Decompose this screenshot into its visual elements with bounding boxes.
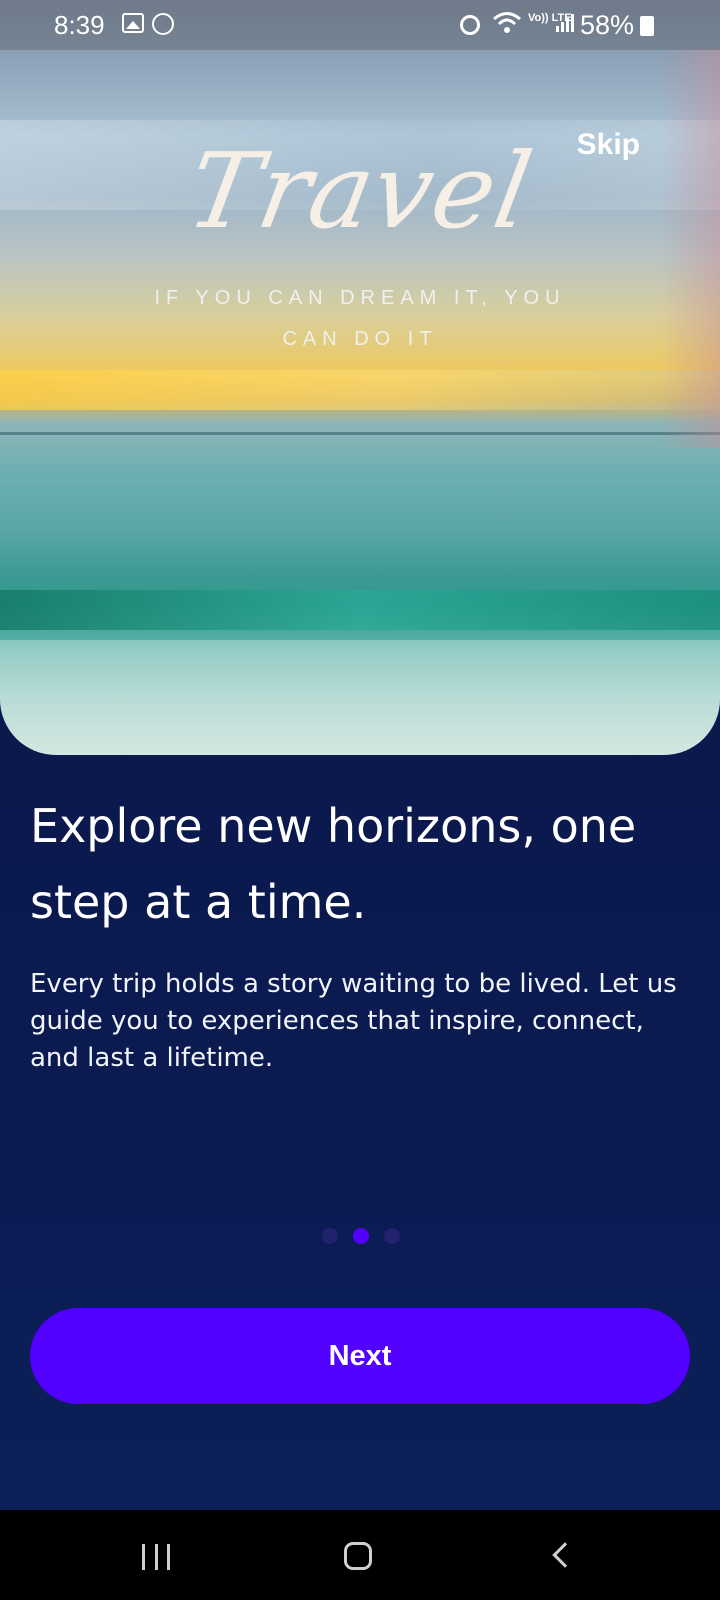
face-icon: [152, 13, 174, 35]
recent-apps-icon[interactable]: [142, 1544, 170, 1570]
home-icon[interactable]: [344, 1542, 372, 1570]
page-dot-2-active: [353, 1228, 369, 1244]
next-button[interactable]: Next: [30, 1308, 690, 1404]
alarm-icon: [460, 15, 480, 35]
page-dot-1: [322, 1228, 338, 1244]
image-icon: [122, 13, 144, 33]
hero-tagline: IF YOU CAN DREAM IT, YOU CAN DO IT: [154, 287, 566, 350]
ocean-wave: [0, 590, 720, 630]
skip-button[interactable]: Skip: [577, 128, 640, 162]
back-icon[interactable]: [552, 1542, 578, 1568]
battery-icon: [640, 16, 654, 36]
status-time: 8:39: [54, 10, 105, 40]
page-dot-3: [384, 1228, 400, 1244]
onboarding-headline: Explore new horizons, one step at a time…: [30, 799, 637, 929]
onboarding-description: Every trip holds a story waiting to be l…: [30, 969, 677, 1073]
wifi-icon: [492, 10, 522, 43]
sea-foam: [0, 640, 720, 755]
status-bar: 8:39 Vo)) LTE 58%: [0, 0, 720, 50]
horizon-line: [0, 432, 720, 435]
sunset-glow: [0, 370, 720, 410]
signal-icon: [556, 14, 576, 32]
system-nav-bar: [0, 1510, 720, 1600]
hero-image: Travel IF YOU CAN DREAM IT, YOU CAN DO I…: [0, 0, 720, 755]
battery-percentage: 58%: [580, 10, 635, 40]
page-indicator: [322, 1228, 400, 1244]
